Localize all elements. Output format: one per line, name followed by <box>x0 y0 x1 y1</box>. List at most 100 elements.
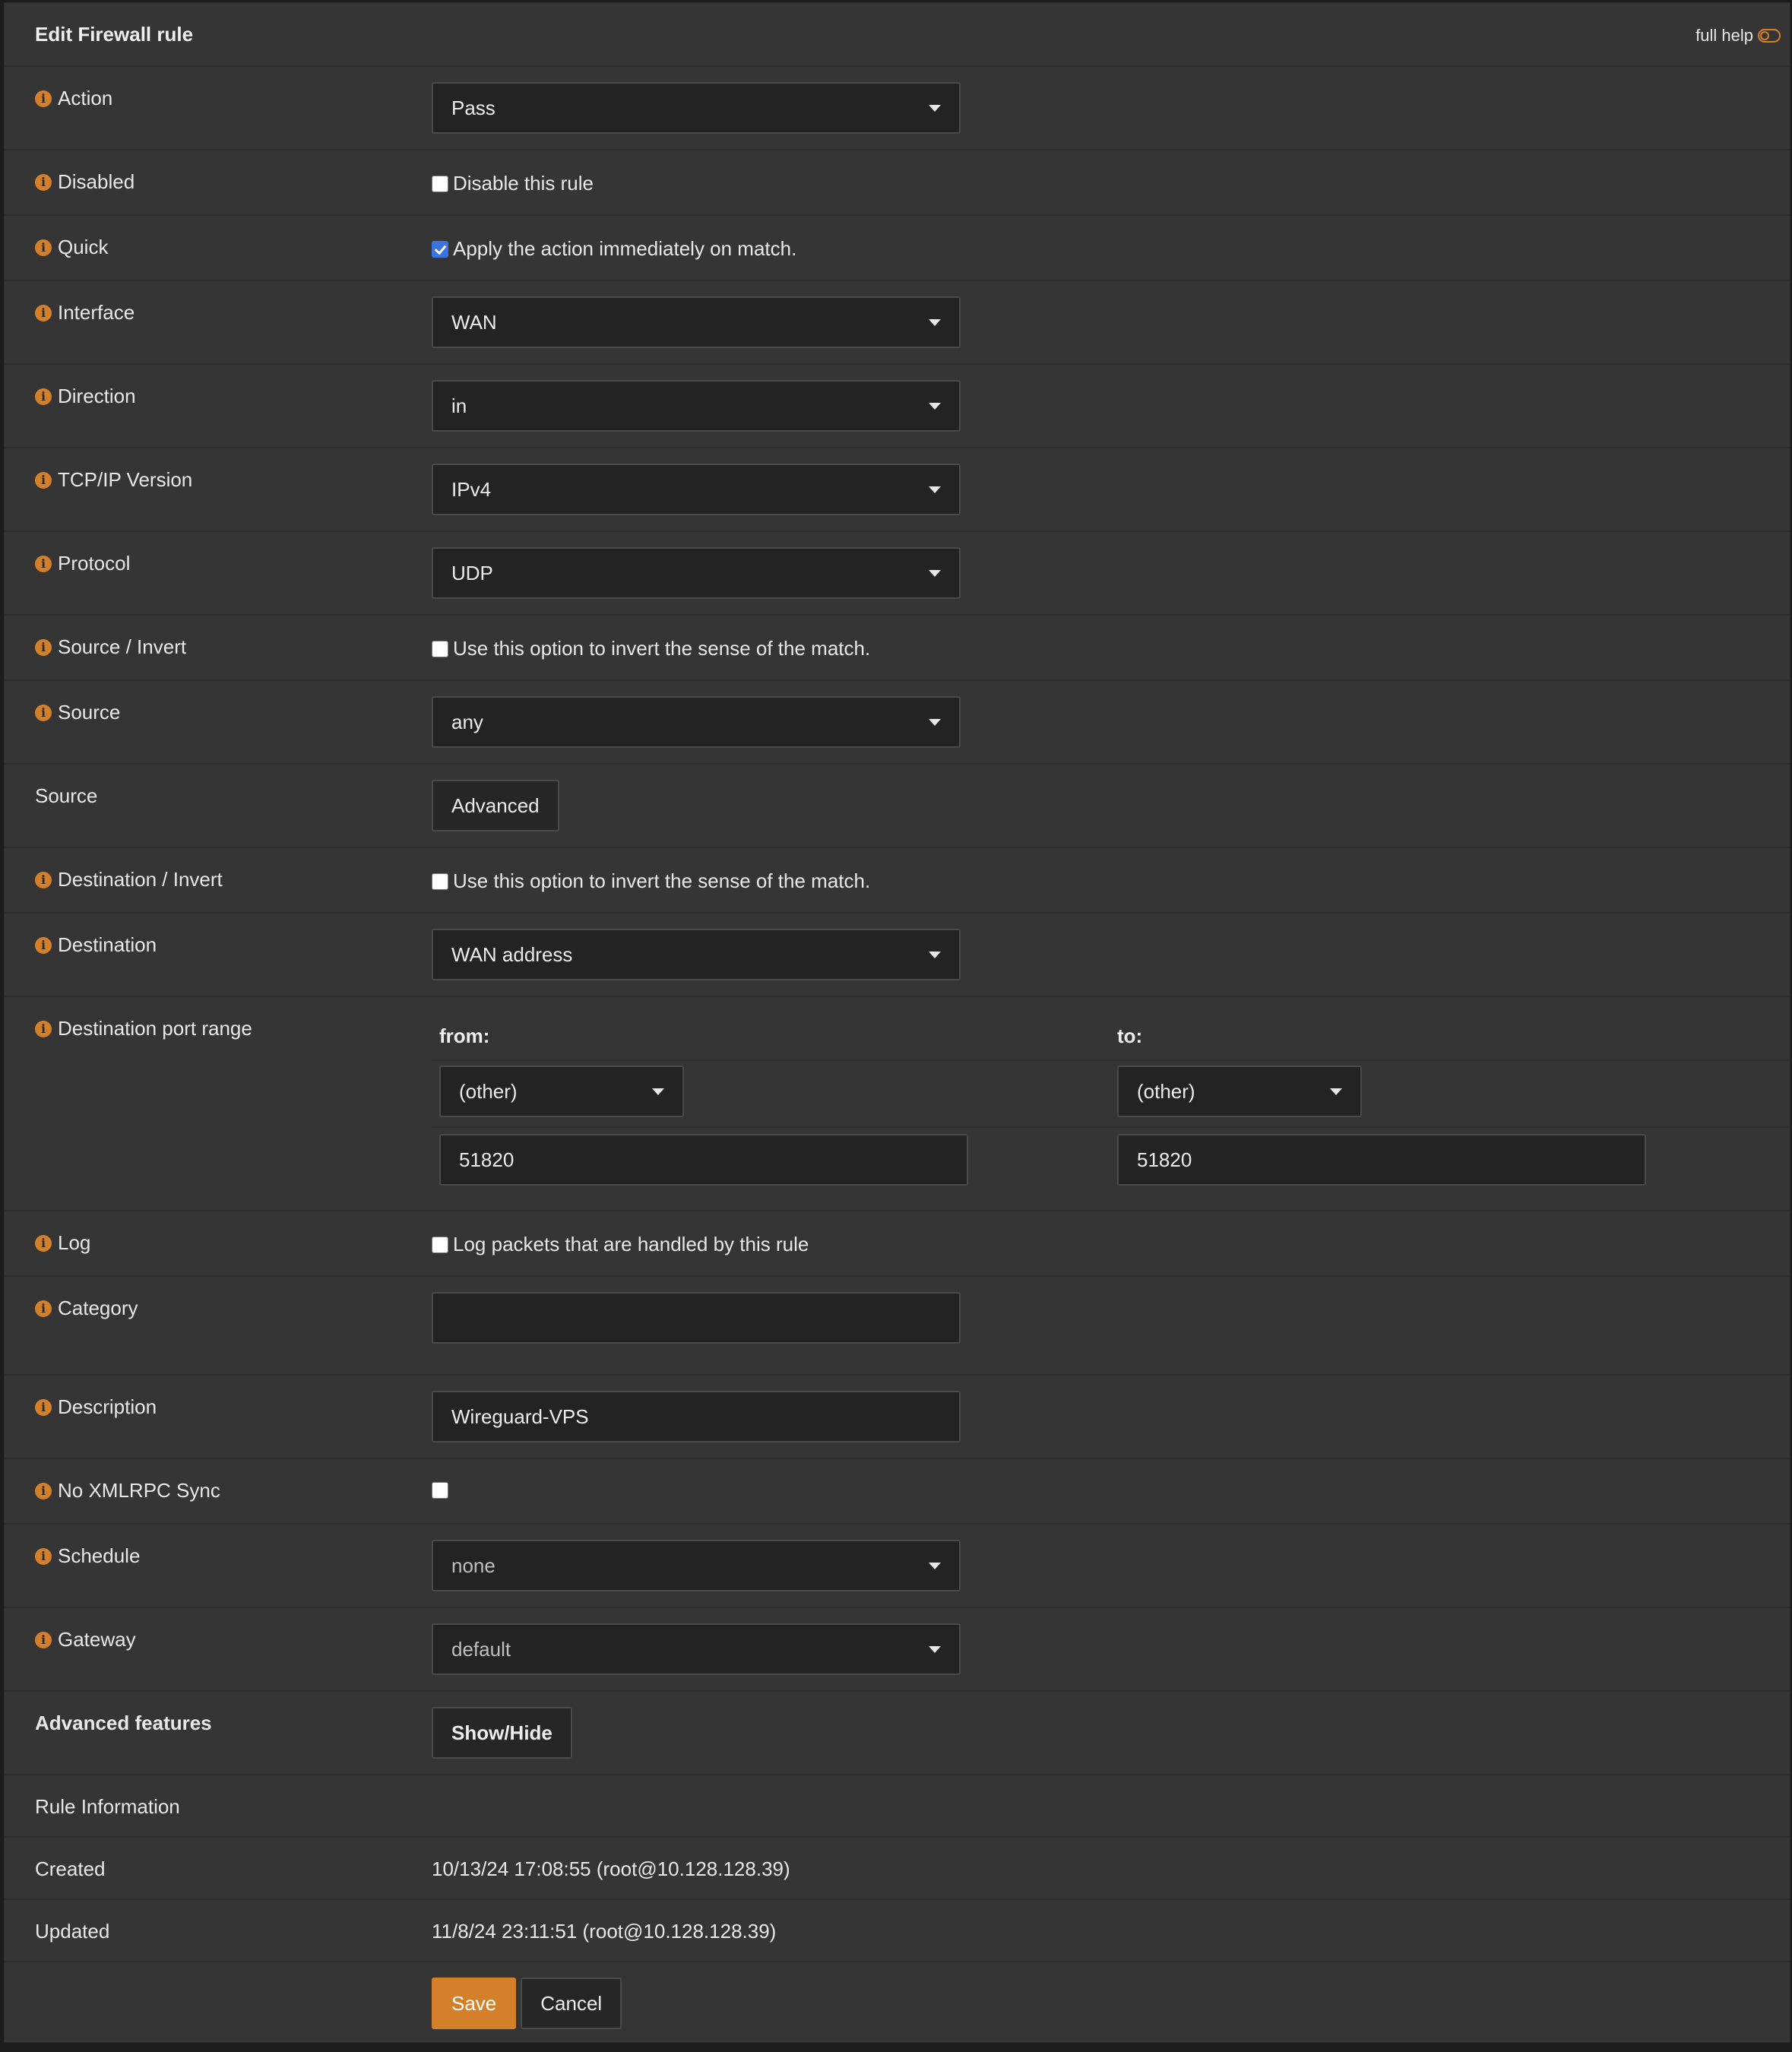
chevron-down-icon <box>929 105 941 112</box>
log-label: i Log <box>35 1231 90 1255</box>
info-icon[interactable]: i <box>35 1398 52 1416</box>
port-from-label: from: <box>439 1024 490 1047</box>
disabled-label: i Disabled <box>35 170 135 194</box>
info-icon[interactable]: i <box>35 638 52 656</box>
info-icon[interactable]: i <box>35 90 52 107</box>
schedule-label: i Schedule <box>35 1544 140 1568</box>
form-footer: Save Cancel <box>5 1962 1790 2046</box>
row-source: i Source any <box>5 681 1790 765</box>
direction-label: i Direction <box>35 385 136 408</box>
source-invert-checkbox[interactable] <box>432 640 448 657</box>
schedule-select[interactable]: none <box>432 1540 961 1591</box>
destination-invert-text: Use this option to invert the sense of t… <box>453 869 871 892</box>
quick-checkbox[interactable] <box>432 240 448 258</box>
gateway-select[interactable]: default <box>432 1623 961 1675</box>
info-icon[interactable]: i <box>35 555 52 572</box>
created-value: 10/13/24 17:08:55 (root@10.128.128.39) <box>432 1857 790 1880</box>
description-input[interactable]: Wireguard-VPS <box>432 1391 961 1442</box>
category-label: i Category <box>35 1297 138 1320</box>
info-icon[interactable]: i <box>35 1631 52 1648</box>
ipversion-select[interactable]: IPv4 <box>432 464 961 515</box>
chevron-down-icon <box>929 1646 941 1653</box>
row-description: i Description Wireguard-VPS <box>5 1376 1790 1459</box>
row-direction: i Direction in <box>5 365 1790 448</box>
row-protocol: i Protocol UDP <box>5 532 1790 616</box>
quick-label: i Quick <box>35 236 108 259</box>
source-select[interactable]: any <box>432 696 961 748</box>
chevron-down-icon <box>929 719 941 726</box>
destination-label: i Destination <box>35 933 157 957</box>
row-rule-information: Rule Information <box>5 1775 1790 1838</box>
row-created: Created 10/13/24 17:08:55 (root@10.128.1… <box>5 1838 1790 1900</box>
row-schedule: i Schedule none <box>5 1525 1790 1608</box>
row-source-advanced: Source Advanced <box>5 765 1790 848</box>
port-to-label: to: <box>1117 1024 1143 1047</box>
source-advanced-button[interactable]: Advanced <box>432 780 559 831</box>
row-gateway: i Gateway default <box>5 1608 1790 1692</box>
row-action: i Action Pass <box>5 67 1790 150</box>
row-destination: i Destination WAN address <box>5 914 1790 997</box>
interface-select[interactable]: WAN <box>432 296 961 348</box>
row-disabled: i Disabled Disable this rule <box>5 150 1790 216</box>
page-title: Edit Firewall rule <box>35 23 194 46</box>
chevron-down-icon <box>929 319 941 326</box>
destination-invert-checkbox[interactable] <box>432 872 448 890</box>
show-hide-button[interactable]: Show/Hide <box>432 1707 572 1759</box>
info-icon[interactable]: i <box>35 471 52 489</box>
chevron-down-icon <box>929 486 941 493</box>
action-select[interactable]: Pass <box>432 82 961 134</box>
source-invert-text: Use this option to invert the sense of t… <box>453 637 871 660</box>
info-icon[interactable]: i <box>35 173 52 191</box>
protocol-label: i Protocol <box>35 552 130 575</box>
port-from-input[interactable]: 51820 <box>439 1134 968 1186</box>
row-destination-port-range: i Destination port range from: to: (other… <box>5 997 1791 1211</box>
description-label: i Description <box>35 1395 157 1419</box>
log-text: Log packets that are handled by this rul… <box>453 1233 809 1256</box>
row-log: i Log Log packets that are handled by thi… <box>5 1211 1790 1277</box>
full-help-toggle[interactable]: full help <box>1695 26 1781 46</box>
info-icon[interactable]: i <box>35 388 52 405</box>
firewall-rule-panel: Edit Firewall rule full help i Action Pas… <box>4 2 1791 2046</box>
ipversion-label: i TCP/IP Version <box>35 468 192 492</box>
row-source-invert: i Source / Invert Use this option to inve… <box>5 616 1790 681</box>
port-from-select[interactable]: (other) <box>439 1066 684 1117</box>
destination-invert-label: i Destination / Invert <box>35 868 223 891</box>
created-label: Created <box>35 1857 106 1880</box>
save-button[interactable]: Save <box>432 1978 517 2029</box>
row-category: i Category <box>5 1277 1790 1376</box>
row-quick: i Quick Apply the action immediately on m… <box>5 216 1790 281</box>
source-invert-label: i Source / Invert <box>35 635 186 659</box>
chevron-down-icon <box>1330 1088 1342 1095</box>
cancel-button[interactable]: Cancel <box>521 1978 622 2029</box>
direction-select[interactable]: in <box>432 380 961 432</box>
info-icon[interactable]: i <box>35 1482 52 1499</box>
info-icon[interactable]: i <box>35 1300 52 1317</box>
row-ipversion: i TCP/IP Version IPv4 <box>5 448 1790 532</box>
port-to-select[interactable]: (other) <box>1117 1066 1362 1117</box>
rule-information-label: Rule Information <box>35 1795 180 1818</box>
noxmlrpc-checkbox[interactable] <box>432 1482 448 1499</box>
info-icon[interactable]: i <box>35 239 52 256</box>
info-icon[interactable]: i <box>35 304 52 321</box>
row-noxmlrpc: i No XMLRPC Sync <box>5 1459 1790 1525</box>
gateway-label: i Gateway <box>35 1628 136 1651</box>
noxmlrpc-label: i No XMLRPC Sync <box>35 1479 220 1503</box>
toggle-icon[interactable] <box>1758 29 1781 43</box>
log-checkbox[interactable] <box>432 1236 448 1253</box>
destination-select[interactable]: WAN address <box>432 929 961 980</box>
protocol-select[interactable]: UDP <box>432 547 961 599</box>
disable-rule-checkbox[interactable] <box>432 175 448 192</box>
info-icon[interactable]: i <box>35 1020 52 1037</box>
info-icon[interactable]: i <box>35 704 52 721</box>
info-icon[interactable]: i <box>35 871 52 888</box>
destination-port-label: i Destination port range <box>35 1017 252 1040</box>
chevron-down-icon <box>652 1088 664 1095</box>
chevron-down-icon <box>929 1563 941 1569</box>
disable-rule-text: Disable this rule <box>453 172 594 195</box>
info-icon[interactable]: i <box>35 936 52 954</box>
port-to-input[interactable]: 51820 <box>1117 1134 1646 1186</box>
info-icon[interactable]: i <box>35 1547 52 1565</box>
quick-text: Apply the action immediately on match. <box>453 237 797 260</box>
info-icon[interactable]: i <box>35 1234 52 1252</box>
category-input[interactable] <box>432 1292 961 1344</box>
